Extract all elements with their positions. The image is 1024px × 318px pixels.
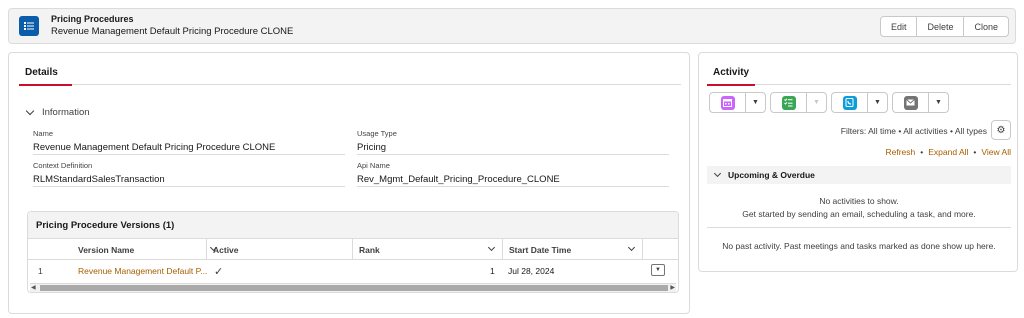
no-activities-text: No activities to show. (819, 196, 899, 206)
section-label: Information (42, 107, 90, 118)
field-label: Usage Type (357, 129, 397, 138)
tab-activity[interactable]: Activity (706, 67, 756, 86)
event-icon (720, 95, 735, 110)
link-separator: • (973, 147, 977, 157)
chevron-down-icon[interactable] (487, 243, 496, 252)
no-activities-message: No activities to show. Get started by se… (707, 195, 1011, 221)
chevron-down-icon[interactable]: ▼ (746, 93, 765, 112)
task-icon (781, 95, 796, 110)
new-task-button[interactable]: ▼ (770, 92, 827, 113)
gear-icon[interactable]: ⚙ (991, 120, 1011, 140)
active-check-icon: ✓ (214, 265, 224, 278)
actions-header (642, 239, 678, 260)
clone-button[interactable]: Clone (964, 16, 1009, 37)
upcoming-overdue-section[interactable]: Upcoming & Overdue (707, 166, 1011, 184)
column-label: Start Date Time (509, 244, 572, 255)
rank-value: 1 (490, 266, 495, 276)
field-value: RLMStandardSalesTransaction (33, 174, 165, 185)
activity-tab-bar: Activity (706, 61, 1011, 86)
pricing-procedure-versions-list: Pricing Procedure Versions (1) Version N… (27, 211, 679, 293)
field-api-name: Api Name Rev_Mgmt_Default_Pricing_Proced… (357, 161, 669, 187)
activity-action-buttons: ▼ ▼ ▼ ▼ (709, 92, 953, 113)
column-label: Version Name (78, 244, 135, 255)
activity-card: Activity ▼ ▼ ▼ ▼ Filters: All time • All… (698, 52, 1018, 272)
edit-button[interactable]: Edit (879, 16, 918, 37)
scroll-left-icon[interactable]: ◀ (31, 284, 36, 292)
tab-details[interactable]: Details (19, 67, 72, 86)
field-context-definition: Context Definition RLMStandardSalesTrans… (33, 161, 345, 187)
chevron-down-icon (25, 106, 35, 116)
email-icon (903, 95, 918, 110)
link-separator: • (920, 147, 924, 157)
list-icon (19, 16, 39, 36)
column-start-date-time[interactable]: Start Date Time (502, 239, 642, 260)
record-page: Pricing Procedures Revenue Management De… (0, 0, 1024, 318)
details-card: Details Information Name Revenue Managem… (8, 52, 690, 314)
chevron-down-icon: ▼ (813, 99, 820, 106)
row-action-menu-button[interactable]: ▼ (651, 264, 665, 276)
section-information[interactable]: Information (25, 106, 90, 118)
upcoming-label: Upcoming & Overdue (728, 170, 815, 180)
chevron-down-icon[interactable]: ▼ (868, 93, 887, 112)
column-rank[interactable]: Rank (352, 239, 502, 260)
divider (707, 227, 1011, 228)
column-version-name[interactable]: Version Name (54, 239, 224, 260)
log-call-icon (842, 95, 857, 110)
record-title: Revenue Management Default Pricing Proce… (51, 26, 294, 37)
header-actions: Edit Delete Clone (879, 16, 1009, 37)
field-name: Name Revenue Management Default Pricing … (33, 129, 345, 155)
refresh-link[interactable]: Refresh (885, 147, 915, 157)
table-row: 1 Revenue Management Default P... ✓ 1 Ju… (28, 260, 678, 282)
start-date-value: Jul 28, 2024 (508, 266, 555, 276)
row-number-header (28, 239, 54, 260)
send-email-button[interactable]: ▼ (892, 92, 949, 113)
field-value: Pricing (357, 142, 387, 153)
object-type-label: Pricing Procedures (51, 14, 134, 24)
field-label: Context Definition (33, 161, 93, 170)
new-event-button[interactable]: ▼ (709, 92, 766, 113)
related-list-title: Pricing Procedure Versions (1) (28, 212, 678, 239)
field-usage-type: Usage Type Pricing (357, 129, 669, 155)
details-tab-bar: Details (19, 61, 681, 86)
view-all-link[interactable]: View All (981, 147, 1011, 157)
scroll-right-icon[interactable]: ▶ (670, 284, 675, 292)
field-label: Api Name (357, 161, 390, 170)
expand-all-link[interactable]: Expand All (928, 147, 968, 157)
record-header: Pricing Procedures Revenue Management De… (8, 8, 1016, 44)
chevron-down-icon[interactable]: ▼ (929, 93, 948, 112)
chevron-down-icon (713, 169, 722, 178)
horizontal-scrollbar[interactable]: ◀ ▶ (30, 283, 676, 292)
activity-filters-text: Filters: All time • All activities • All… (840, 126, 987, 136)
row-number: 1 (38, 266, 43, 276)
field-value: Rev_Mgmt_Default_Pricing_Procedure_CLONE (357, 174, 560, 185)
activity-links: Refresh • Expand All • View All (885, 147, 1011, 157)
no-past-activity-message: No past activity. Past meetings and task… (722, 241, 996, 251)
get-started-text: Get started by sending an email, schedul… (742, 209, 976, 219)
field-value: Revenue Management Default Pricing Proce… (33, 142, 276, 153)
column-label: Rank (359, 244, 380, 255)
version-name-link[interactable]: Revenue Management Default P... (78, 260, 210, 282)
column-label: Active (213, 244, 239, 255)
table-header: Version Name Active Rank Start Date Time (28, 239, 678, 260)
scrollbar-thumb[interactable] (40, 285, 668, 291)
delete-button[interactable]: Delete (917, 16, 965, 37)
field-label: Name (33, 129, 54, 138)
column-active[interactable]: Active (206, 239, 352, 260)
chevron-down-icon[interactable] (627, 243, 636, 252)
log-call-button[interactable]: ▼ (831, 92, 888, 113)
